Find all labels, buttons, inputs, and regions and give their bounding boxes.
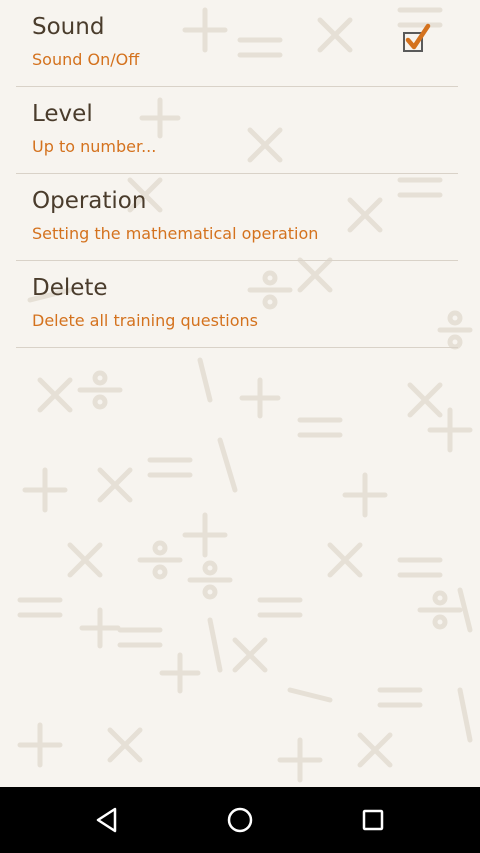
home-button[interactable] bbox=[200, 787, 280, 853]
pref-summary: Delete all training questions bbox=[32, 311, 258, 330]
recents-button[interactable] bbox=[333, 787, 413, 853]
pref-delete[interactable]: Delete Delete all training questions bbox=[0, 261, 480, 348]
recents-icon bbox=[362, 809, 384, 831]
pref-title: Sound bbox=[32, 14, 105, 40]
pref-operation[interactable]: Operation Setting the mathematical opera… bbox=[0, 174, 480, 261]
pref-title: Delete bbox=[32, 275, 108, 301]
preference-list: Sound Sound On/Off Level Up to number...… bbox=[0, 0, 480, 348]
settings-screen: Sound Sound On/Off Level Up to number...… bbox=[0, 0, 480, 787]
pref-summary: Setting the mathematical operation bbox=[32, 224, 319, 243]
pref-title: Operation bbox=[32, 188, 147, 214]
system-navigation-bar bbox=[0, 787, 480, 853]
checkmark-icon bbox=[405, 23, 431, 50]
sound-checkbox[interactable] bbox=[403, 23, 431, 52]
pref-sound[interactable]: Sound Sound On/Off bbox=[0, 0, 480, 87]
back-icon bbox=[96, 807, 117, 833]
pref-summary: Up to number... bbox=[32, 137, 157, 156]
pref-level[interactable]: Level Up to number... bbox=[0, 87, 480, 174]
divider bbox=[16, 347, 458, 348]
pref-title: Level bbox=[32, 101, 93, 127]
pref-summary: Sound On/Off bbox=[32, 50, 140, 69]
home-icon bbox=[227, 807, 253, 833]
back-button[interactable] bbox=[67, 787, 147, 853]
